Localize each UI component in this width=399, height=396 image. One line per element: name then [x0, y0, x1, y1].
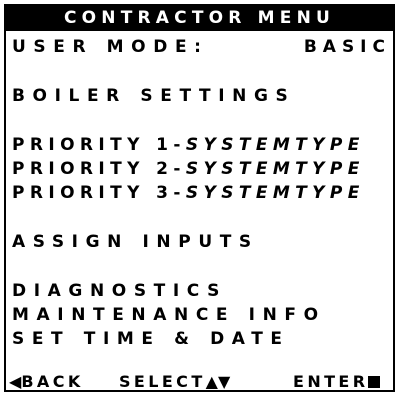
left-triangle-icon: ◀	[9, 372, 22, 391]
menu-item-label: ASSIGN INPUTS	[12, 232, 259, 252]
user-mode-value[interactable]: BASIC	[304, 36, 391, 58]
menu-item-priority-1[interactable]: PRIORITY 1-SYSTEMTYPE	[12, 134, 391, 156]
filled-square-icon	[368, 376, 381, 388]
priority-label: PRIORITY 2-	[12, 159, 186, 179]
priority-type: SYSTEMTYPE	[185, 183, 365, 203]
menu-item-label: BOILER SETTINGS	[12, 86, 296, 106]
menu-title-bar: CONTRACTOR MENU	[6, 6, 393, 31]
select-button[interactable]: SELECT▲▼	[119, 371, 231, 391]
priority-label: PRIORITY 1-	[12, 135, 186, 155]
menu-item-label: SET TIME & DATE	[12, 329, 290, 349]
user-mode-row[interactable]: USER MODE: BASIC	[12, 36, 391, 58]
menu-item-label: DIAGNOSTICS	[12, 281, 228, 301]
enter-label: ENTER	[293, 372, 369, 391]
menu-item-priority-2[interactable]: PRIORITY 2-SYSTEMTYPE	[12, 158, 391, 180]
menu-item-set-time-date[interactable]: SET TIME & DATE	[12, 328, 391, 350]
display-screen: CONTRACTOR MENU USER MODE: BASIC BOILER …	[4, 4, 395, 392]
down-triangle-icon: ▼	[217, 372, 231, 391]
menu-item-boiler-settings[interactable]: BOILER SETTINGS	[12, 85, 391, 107]
enter-button[interactable]: ENTER	[293, 371, 381, 391]
menu-item-diagnostics[interactable]: DIAGNOSTICS	[12, 280, 391, 302]
user-mode-label: USER MODE:	[12, 37, 209, 57]
menu-item-maintenance-info[interactable]: MAINTENANCE INFO	[12, 304, 391, 326]
priority-type: SYSTEMTYPE	[185, 159, 365, 179]
priority-type: SYSTEMTYPE	[185, 135, 365, 155]
select-label: SELECT	[119, 372, 206, 391]
menu-title: CONTRACTOR MENU	[63, 8, 336, 28]
menu-item-label: MAINTENANCE INFO	[12, 305, 326, 325]
back-button[interactable]: ◀BACK	[9, 371, 84, 391]
priority-label: PRIORITY 3-	[12, 183, 186, 203]
menu-item-priority-3[interactable]: PRIORITY 3-SYSTEMTYPE	[12, 182, 391, 204]
up-triangle-icon: ▲	[205, 372, 218, 391]
softkey-bar: ◀BACK SELECT▲▼ ENTER	[6, 371, 393, 391]
back-label: BACK	[21, 372, 84, 391]
menu-item-assign-inputs[interactable]: ASSIGN INPUTS	[12, 231, 391, 253]
